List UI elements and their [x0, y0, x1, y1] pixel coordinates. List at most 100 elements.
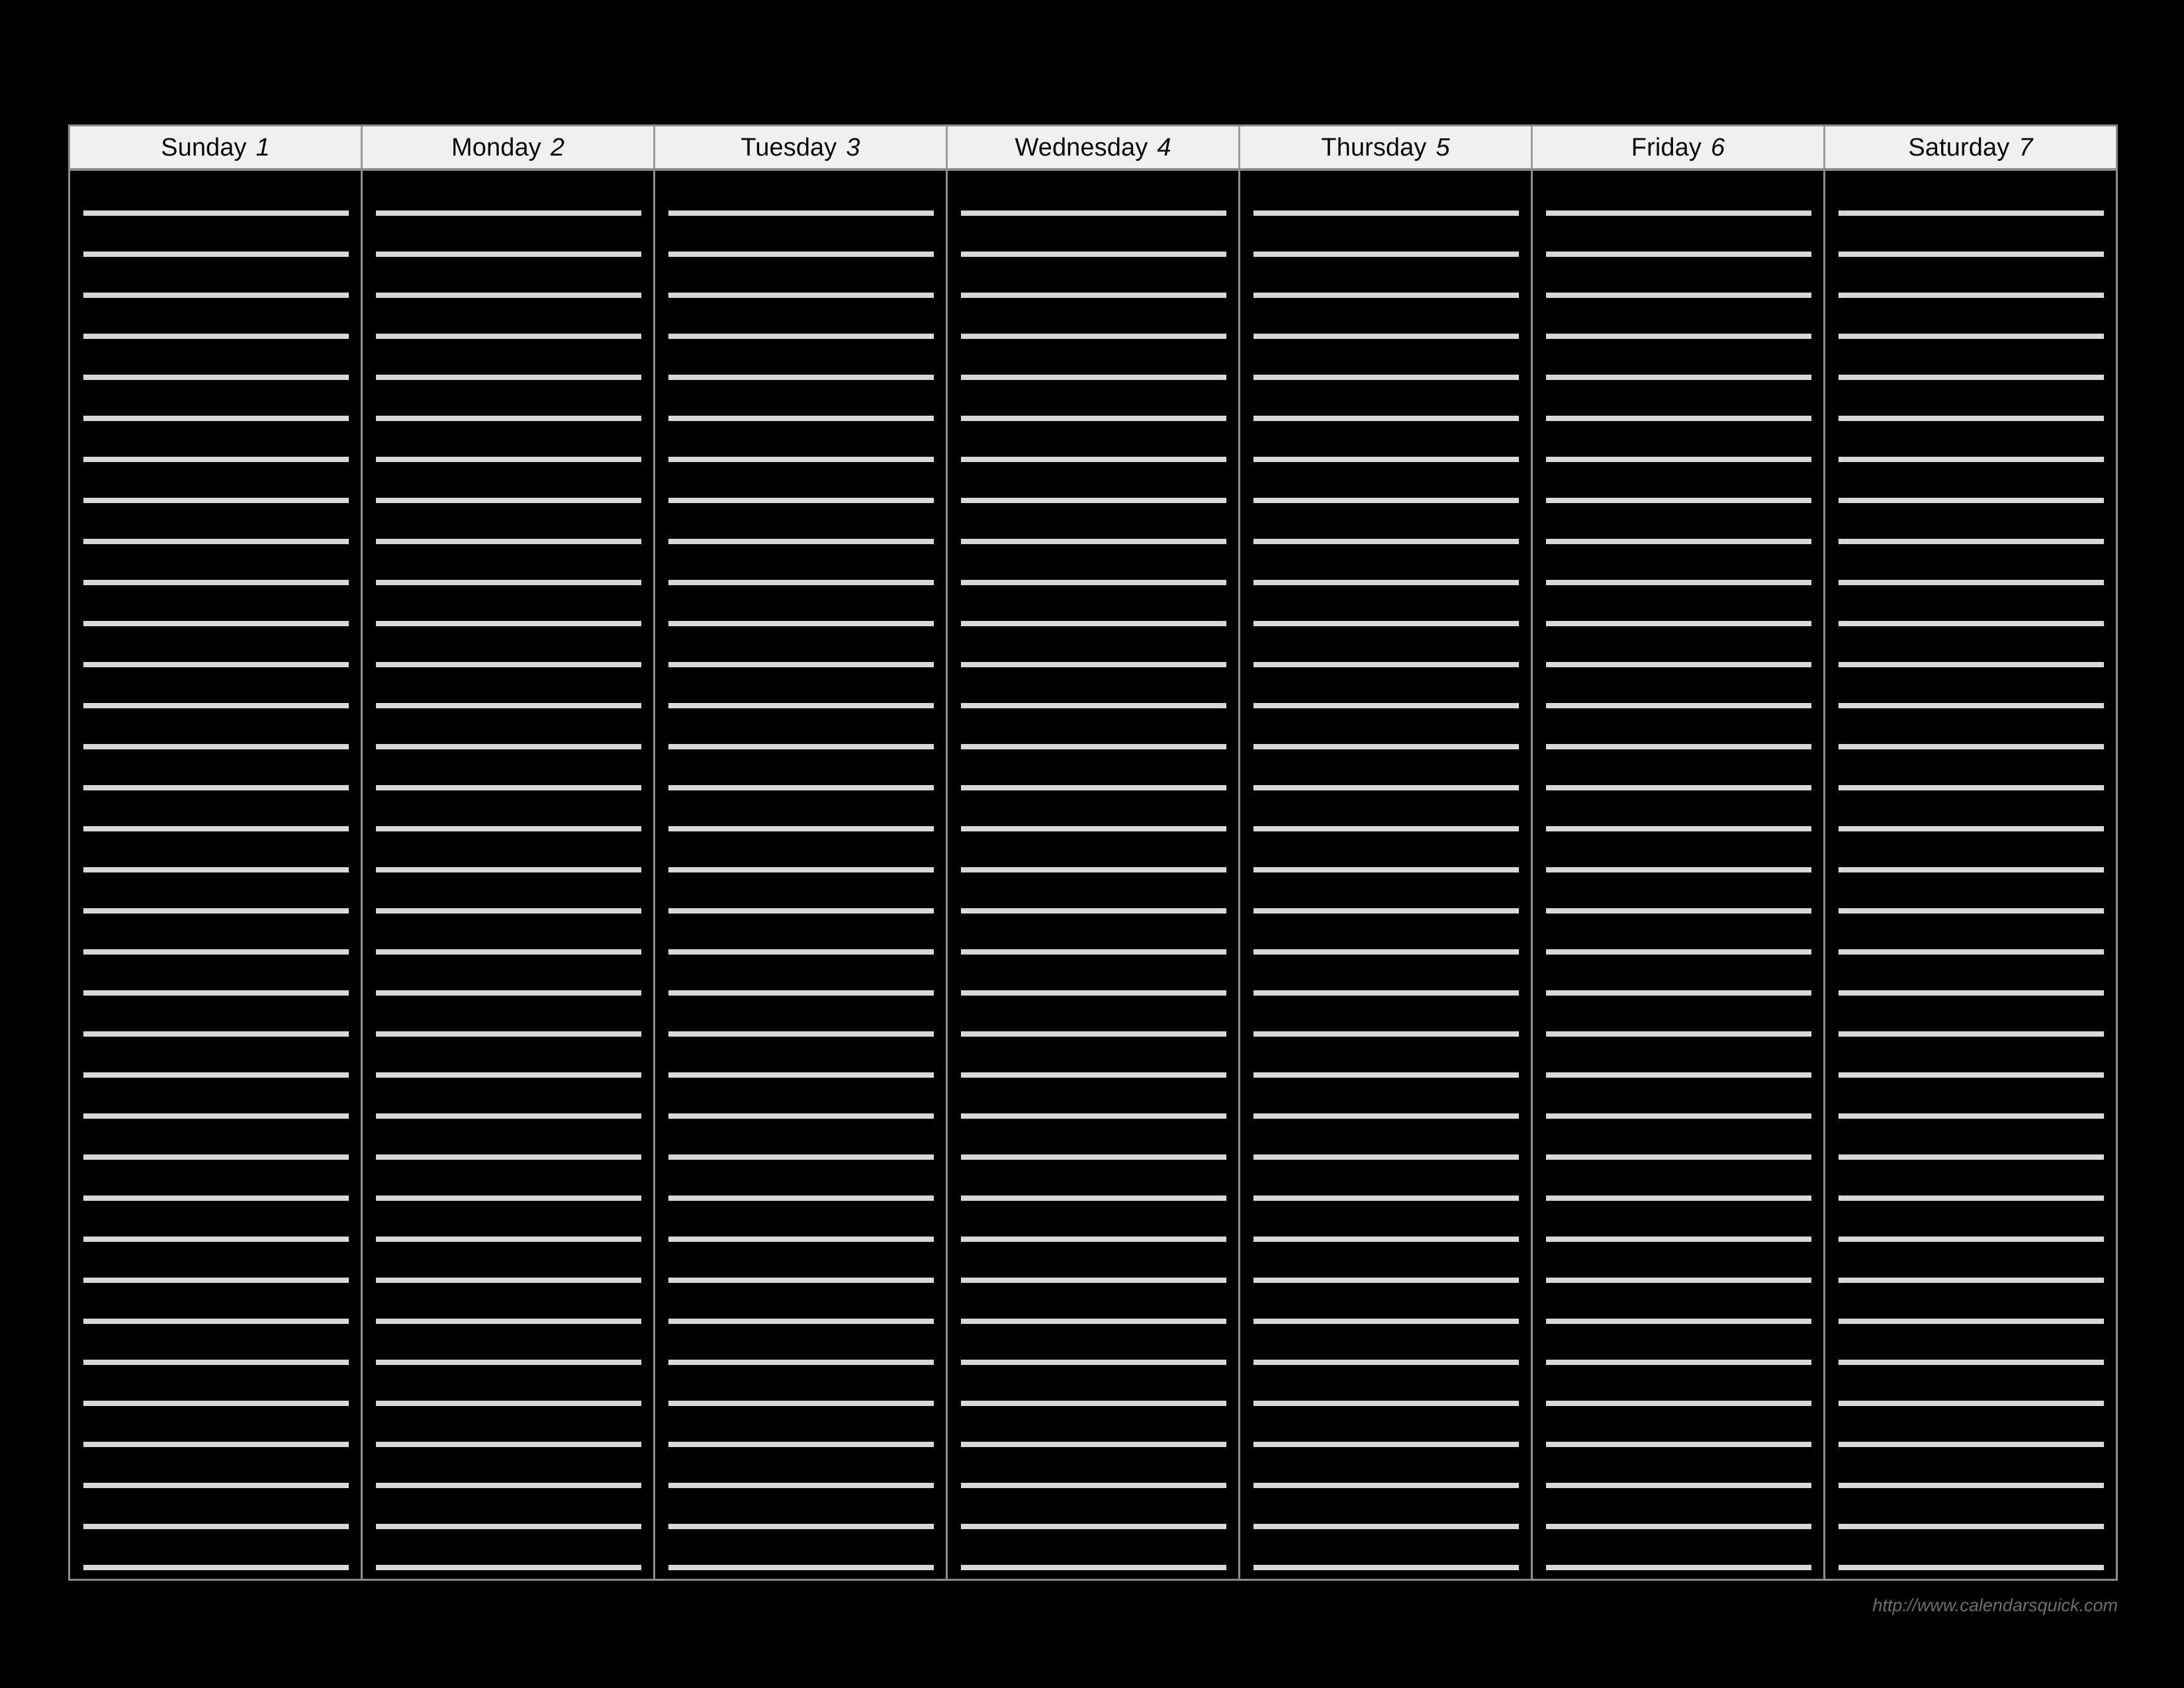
rule-line	[376, 990, 641, 996]
rule-line	[668, 375, 934, 380]
rule-line	[1253, 1237, 1519, 1242]
rule-line	[1253, 949, 1519, 955]
rule-line	[668, 580, 934, 585]
rule-line	[83, 1154, 349, 1160]
rule-line	[1839, 703, 2104, 708]
rule-line	[1253, 908, 1519, 914]
rule-line	[668, 662, 934, 667]
rule-line	[1839, 580, 2104, 585]
rule-line	[83, 785, 349, 790]
rule-line	[83, 293, 349, 298]
rule-line	[961, 539, 1226, 544]
rule-line	[1839, 293, 2104, 298]
rule-line	[83, 826, 349, 831]
day-name-label: Tuesday	[741, 133, 837, 162]
rule-line	[668, 1072, 934, 1078]
rule-line	[1546, 1278, 1811, 1283]
rule-line	[668, 867, 934, 872]
rule-line	[83, 1401, 349, 1406]
day-header-tuesday: Tuesday 3	[655, 126, 948, 168]
rule-line	[961, 580, 1226, 585]
rule-line	[961, 990, 1226, 996]
rule-line	[376, 1113, 641, 1119]
rule-line	[1253, 1442, 1519, 1447]
rule-line	[83, 211, 349, 216]
rule-line	[668, 211, 934, 216]
rule-line	[961, 1278, 1226, 1283]
rule-line	[961, 1401, 1226, 1406]
day-column-tuesday[interactable]	[655, 171, 948, 1579]
rule-line	[83, 949, 349, 955]
rule-line	[1839, 621, 2104, 626]
day-column-monday[interactable]	[363, 171, 655, 1579]
rule-line	[668, 1031, 934, 1037]
day-name-label: Thursday	[1321, 133, 1427, 162]
rule-line	[961, 703, 1226, 708]
rule-line	[376, 785, 641, 790]
rule-line	[1253, 539, 1519, 544]
rule-line	[1839, 1483, 2104, 1488]
rule-line	[1839, 1196, 2104, 1201]
rule-line	[961, 662, 1226, 667]
rule-line	[1253, 1565, 1519, 1570]
rule-line	[83, 1565, 349, 1570]
rule-line	[83, 1442, 349, 1447]
rule-line	[1546, 416, 1811, 421]
rule-line	[668, 785, 934, 790]
rule-line	[1546, 785, 1811, 790]
rule-line	[1546, 293, 1811, 298]
day-column-friday[interactable]	[1533, 171, 1825, 1579]
rule-line	[1546, 1113, 1811, 1119]
rule-line	[1839, 1524, 2104, 1529]
day-header-thursday: Thursday 5	[1240, 126, 1533, 168]
rule-line	[376, 1278, 641, 1283]
day-name-label: Monday	[451, 133, 541, 162]
rule-line	[83, 744, 349, 749]
rule-line	[1253, 1196, 1519, 1201]
rule-line	[376, 416, 641, 421]
day-number-label: 7	[2019, 133, 2033, 162]
day-column-thursday[interactable]	[1240, 171, 1533, 1579]
rule-line	[376, 252, 641, 257]
day-column-sunday[interactable]	[70, 171, 363, 1579]
rule-line	[1546, 539, 1811, 544]
rule-line	[668, 1483, 934, 1488]
rule-line	[376, 621, 641, 626]
rule-line	[376, 1031, 641, 1037]
rule-line	[83, 1483, 349, 1488]
rule-line	[1253, 703, 1519, 708]
rule-line	[668, 1196, 934, 1201]
rule-line	[961, 457, 1226, 462]
rule-line	[1546, 1031, 1811, 1037]
day-header-wednesday: Wednesday 4	[948, 126, 1240, 168]
rule-line	[376, 703, 641, 708]
rule-line	[668, 949, 934, 955]
rule-line	[1546, 662, 1811, 667]
rule-line	[668, 908, 934, 914]
day-number-label: 2	[550, 133, 565, 162]
day-column-wednesday[interactable]	[948, 171, 1240, 1579]
day-number-label: 1	[255, 133, 270, 162]
rule-line	[668, 539, 934, 544]
rule-line	[1253, 1154, 1519, 1160]
rule-line	[376, 1319, 641, 1324]
day-header-monday: Monday 2	[363, 126, 655, 168]
rule-line	[83, 662, 349, 667]
rule-line	[1546, 211, 1811, 216]
rule-line	[961, 375, 1226, 380]
day-number-label: 3	[846, 133, 860, 162]
rule-line	[961, 744, 1226, 749]
rule-line	[376, 744, 641, 749]
rule-line	[83, 1113, 349, 1119]
rule-line	[668, 1524, 934, 1529]
rule-line	[1253, 785, 1519, 790]
rule-line	[1839, 1154, 2104, 1160]
rule-line	[1839, 1442, 2104, 1447]
rule-line	[376, 908, 641, 914]
rule-line	[1546, 1524, 1811, 1529]
rule-line	[1839, 1360, 2104, 1365]
rule-line	[1546, 949, 1811, 955]
rule-line	[668, 416, 934, 421]
rule-line	[1253, 1319, 1519, 1324]
day-column-saturday[interactable]	[1825, 171, 2116, 1579]
